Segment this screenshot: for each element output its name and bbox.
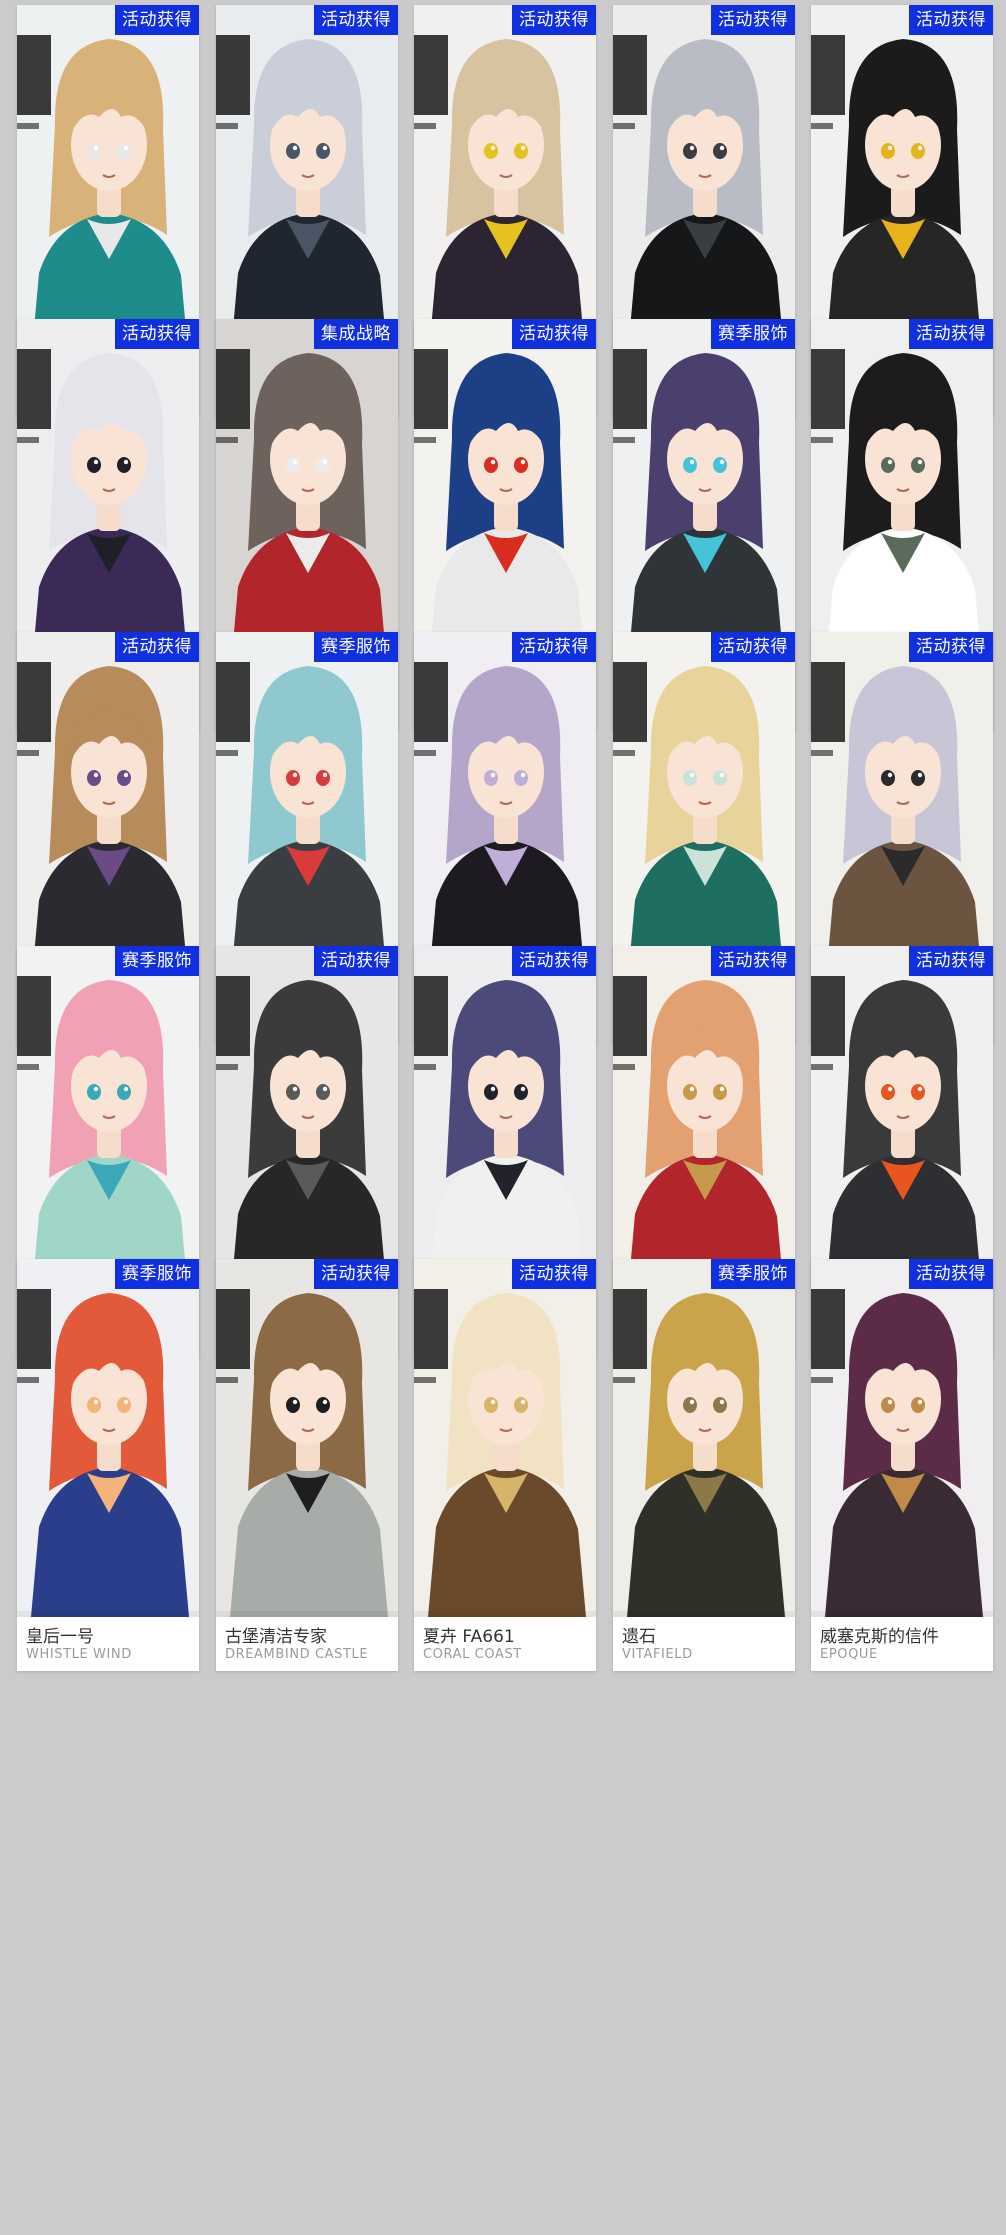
acquisition-tag: 活动获得 [512,1259,596,1289]
skin-name: 威塞克斯的信件 [820,1627,939,1647]
skin-artwork [613,319,795,677]
skin-artwork [811,632,993,990]
skin-artwork [613,5,795,363]
skin-name: 遗石 [622,1627,656,1647]
acquisition-tag: 活动获得 [909,632,993,662]
skin-artwork [216,1259,398,1617]
acquisition-tag: 活动获得 [512,5,596,35]
skin-artwork [811,5,993,363]
character-illustration [811,632,993,990]
character-illustration [414,1259,596,1617]
acquisition-tag: 活动获得 [909,5,993,35]
skin-card[interactable]: 活动获得夏卉 FA661 CORAL COAST [414,1259,596,1671]
acquisition-tag: 活动获得 [711,5,795,35]
character-illustration [811,1259,993,1617]
character-illustration [613,946,795,1304]
acquisition-tag: 赛季服饰 [115,946,199,976]
acquisition-tag: 活动获得 [512,946,596,976]
skin-card[interactable]: 赛季服饰皇后一号 WHISTLE WIND [17,1259,199,1671]
acquisition-tag: 活动获得 [314,946,398,976]
acquisition-tag: 活动获得 [711,632,795,662]
character-illustration [613,319,795,677]
skin-artwork [17,632,199,990]
character-illustration [613,1259,795,1617]
skin-artwork [811,1259,993,1617]
acquisition-tag: 赛季服饰 [115,1259,199,1289]
skin-artwork [613,1259,795,1617]
skin-artwork [216,632,398,990]
character-illustration [17,319,199,677]
skin-series: VITAFIELD [622,1647,693,1662]
acquisition-tag: 活动获得 [314,5,398,35]
skin-artwork [414,319,596,677]
character-illustration [216,632,398,990]
skin-artwork [17,5,199,363]
skin-series: EPOQUE [820,1647,878,1662]
acquisition-tag: 活动获得 [115,319,199,349]
character-illustration [414,5,596,363]
skin-artwork [613,946,795,1304]
acquisition-tag: 活动获得 [115,5,199,35]
skin-name: 夏卉 FA661 [423,1627,515,1647]
character-illustration [811,5,993,363]
acquisition-tag: 活动获得 [512,632,596,662]
skin-artwork [216,319,398,677]
character-illustration [414,319,596,677]
skin-artwork [17,946,199,1304]
skin-card[interactable]: 活动获得古堡清洁专家 DREAMBIND CASTLE [216,1259,398,1671]
character-illustration [216,319,398,677]
skin-artwork [414,5,596,363]
acquisition-tag: 活动获得 [711,946,795,976]
skin-artwork [414,632,596,990]
character-illustration [414,946,596,1304]
skin-artwork [216,946,398,1304]
acquisition-tag: 活动获得 [314,1259,398,1289]
acquisition-tag: 集成战略 [314,319,398,349]
skin-artwork [414,1259,596,1617]
skin-artwork [613,632,795,990]
skin-grid: 活动获得平原驯虫士ACHIEVEMENT STAR活动获得风雪邀请TEST CO… [0,0,1006,2235]
character-illustration [613,5,795,363]
character-illustration [613,632,795,990]
skin-name: 皇后一号 [26,1627,94,1647]
acquisition-tag: 活动获得 [909,319,993,349]
character-illustration [811,946,993,1304]
skin-name: 古堡清洁专家 [225,1627,327,1647]
character-illustration [216,5,398,363]
character-illustration [811,319,993,677]
character-illustration [17,1259,199,1617]
skin-card[interactable]: 活动获得威塞克斯的信件 EPOQUE [811,1259,993,1671]
skin-artwork [811,946,993,1304]
skin-artwork [17,319,199,677]
skin-artwork [17,1259,199,1617]
acquisition-tag: 活动获得 [512,319,596,349]
acquisition-tag: 活动获得 [909,1259,993,1289]
character-illustration [414,632,596,990]
acquisition-tag: 活动获得 [115,632,199,662]
skin-card[interactable]: 赛季服饰遗石 VITAFIELD [613,1259,795,1671]
acquisition-tag: 赛季服饰 [711,1259,795,1289]
character-illustration [17,632,199,990]
character-illustration [17,946,199,1304]
skin-artwork [216,5,398,363]
character-illustration [17,5,199,363]
skin-artwork [811,319,993,677]
acquisition-tag: 赛季服饰 [314,632,398,662]
skin-series: CORAL COAST [423,1647,522,1662]
skin-series: DREAMBIND CASTLE [225,1647,369,1662]
character-illustration [216,1259,398,1617]
character-illustration [216,946,398,1304]
skin-series: WHISTLE WIND [26,1647,132,1662]
acquisition-tag: 活动获得 [909,946,993,976]
skin-artwork [414,946,596,1304]
acquisition-tag: 赛季服饰 [711,319,795,349]
